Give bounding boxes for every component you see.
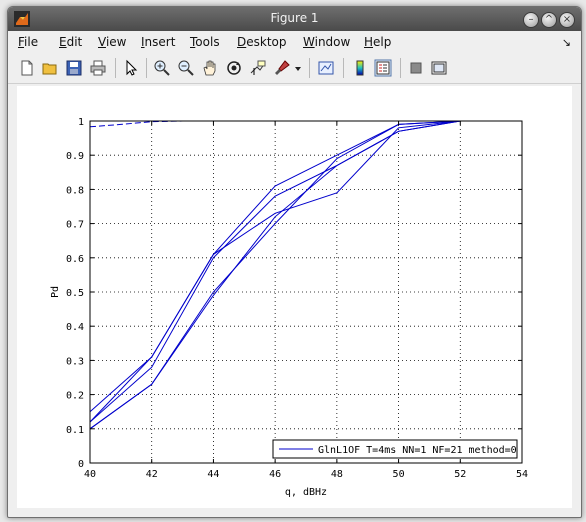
zoom-out-icon[interactable] bbox=[177, 59, 195, 77]
menu-insert[interactable]: Insert bbox=[141, 35, 175, 49]
menu-desktop[interactable]: Desktop bbox=[237, 35, 287, 49]
x-tick-label: 46 bbox=[269, 469, 281, 480]
menu-file-label: ile bbox=[24, 35, 39, 49]
open-file-icon[interactable] bbox=[41, 59, 59, 77]
save-icon[interactable] bbox=[65, 59, 83, 77]
link-plot-icon[interactable] bbox=[317, 59, 335, 77]
toolbar-separator bbox=[115, 58, 116, 78]
menu-edit-label: dit bbox=[66, 35, 83, 49]
y-tick-labels: 0 0.1 0.2 0.3 0.4 0.5 0.6 0.7 0.8 0.9 1 bbox=[66, 117, 84, 470]
toolbar-separator bbox=[343, 58, 344, 78]
brush-icon[interactable] bbox=[273, 59, 291, 77]
menu-window-accel: W bbox=[303, 35, 315, 49]
menu-window[interactable]: Window bbox=[303, 35, 350, 49]
menu-help-label: elp bbox=[373, 35, 392, 49]
x-tick-label: 42 bbox=[146, 469, 158, 480]
menu-view-accel: V bbox=[98, 35, 106, 49]
minimize-icon: – bbox=[528, 14, 534, 25]
print-icon[interactable] bbox=[89, 59, 107, 77]
menu-view-label: iew bbox=[105, 35, 127, 49]
dock-arrow-icon[interactable]: ↘ bbox=[562, 36, 571, 49]
hide-plot-tools-icon[interactable] bbox=[407, 59, 425, 77]
legend-entry-label: GlnL1OF T=4ms NN=1 NF=21 method=0 bbox=[318, 445, 517, 456]
menu-edit[interactable]: Edit bbox=[59, 35, 82, 49]
menu-file[interactable]: File bbox=[18, 35, 38, 49]
window-title: Figure 1 bbox=[270, 11, 319, 25]
y-tick-label: 0.4 bbox=[66, 322, 84, 333]
y-tick-label: 0.2 bbox=[66, 391, 84, 402]
title-bar[interactable]: Figure 1 – ^ × bbox=[8, 7, 581, 31]
legend[interactable]: GlnL1OF T=4ms NN=1 NF=21 method=0 bbox=[272, 439, 518, 459]
x-tick-label: 54 bbox=[516, 469, 528, 480]
y-tick-label: 1 bbox=[78, 117, 84, 128]
figure-toolbar bbox=[8, 53, 581, 84]
x-tick-label: 40 bbox=[84, 469, 96, 480]
show-plot-tools-icon[interactable] bbox=[430, 59, 448, 77]
minimize-button[interactable]: – bbox=[523, 12, 539, 28]
menu-insert-label: nsert bbox=[144, 35, 176, 49]
toolbar-separator bbox=[146, 58, 147, 78]
brush-dropdown-icon[interactable] bbox=[293, 59, 303, 77]
maximize-button[interactable]: ^ bbox=[541, 12, 557, 28]
toolbar-separator bbox=[400, 58, 401, 78]
pointer-arrow-icon[interactable] bbox=[122, 59, 140, 77]
y-tick-label: 0.9 bbox=[66, 151, 84, 162]
menu-window-label: indow bbox=[314, 35, 351, 49]
y-axis-label: Pd bbox=[50, 286, 61, 298]
y-tick-label: 0.6 bbox=[66, 254, 84, 265]
x-tick-label: 44 bbox=[207, 469, 219, 480]
zoom-in-icon[interactable] bbox=[153, 59, 171, 77]
legend-icon[interactable] bbox=[374, 59, 392, 77]
menu-tools-label: ools bbox=[195, 35, 220, 49]
x-tick-label: 52 bbox=[454, 469, 466, 480]
menu-edit-accel: E bbox=[59, 35, 67, 49]
rotate-3d-icon[interactable] bbox=[225, 59, 243, 77]
y-tick-label: 0.8 bbox=[66, 185, 84, 196]
y-tick-label: 0.5 bbox=[66, 288, 84, 299]
y-tick-label: 0 bbox=[78, 459, 84, 470]
figure-canvas[interactable]: 40 42 44 46 48 50 52 54 0 0.1 0.2 0.3 0.4 0.5 0.6 0.7 0… bbox=[17, 86, 572, 508]
menu-help[interactable]: Help bbox=[364, 35, 391, 49]
x-axis-label: q, dBHz bbox=[285, 487, 327, 498]
close-icon: × bbox=[562, 14, 572, 25]
y-tick-label: 0.1 bbox=[66, 425, 84, 436]
data-cursor-icon[interactable] bbox=[249, 59, 267, 77]
toolbar-separator bbox=[309, 58, 310, 78]
y-tick-label: 0.7 bbox=[66, 220, 84, 231]
menu-desktop-accel: D bbox=[237, 35, 247, 49]
menu-help-accel: H bbox=[364, 35, 374, 49]
pan-hand-icon[interactable] bbox=[201, 59, 219, 77]
menu-bar: File Edit View Insert Tools Desktop Wind… bbox=[8, 31, 581, 53]
x-tick-label: 48 bbox=[331, 469, 343, 480]
new-figure-icon[interactable] bbox=[18, 59, 36, 77]
figure-window: Figure 1 – ^ × File Edit View Insert Too… bbox=[7, 6, 582, 518]
menu-desktop-label: esktop bbox=[246, 35, 287, 49]
colorbar-icon[interactable] bbox=[351, 59, 369, 77]
close-button[interactable]: × bbox=[559, 12, 575, 28]
menu-tools[interactable]: Tools bbox=[190, 35, 220, 49]
x-tick-label: 50 bbox=[393, 469, 405, 480]
y-tick-label: 0.3 bbox=[66, 356, 84, 367]
menu-view[interactable]: View bbox=[98, 35, 126, 49]
maximize-icon: ^ bbox=[544, 14, 554, 25]
x-tick-labels: 40 42 44 46 48 50 52 54 bbox=[84, 469, 528, 480]
plot-svg[interactable]: 40 42 44 46 48 50 52 54 00.10.20.30.40.50.60.70… bbox=[17, 86, 572, 508]
